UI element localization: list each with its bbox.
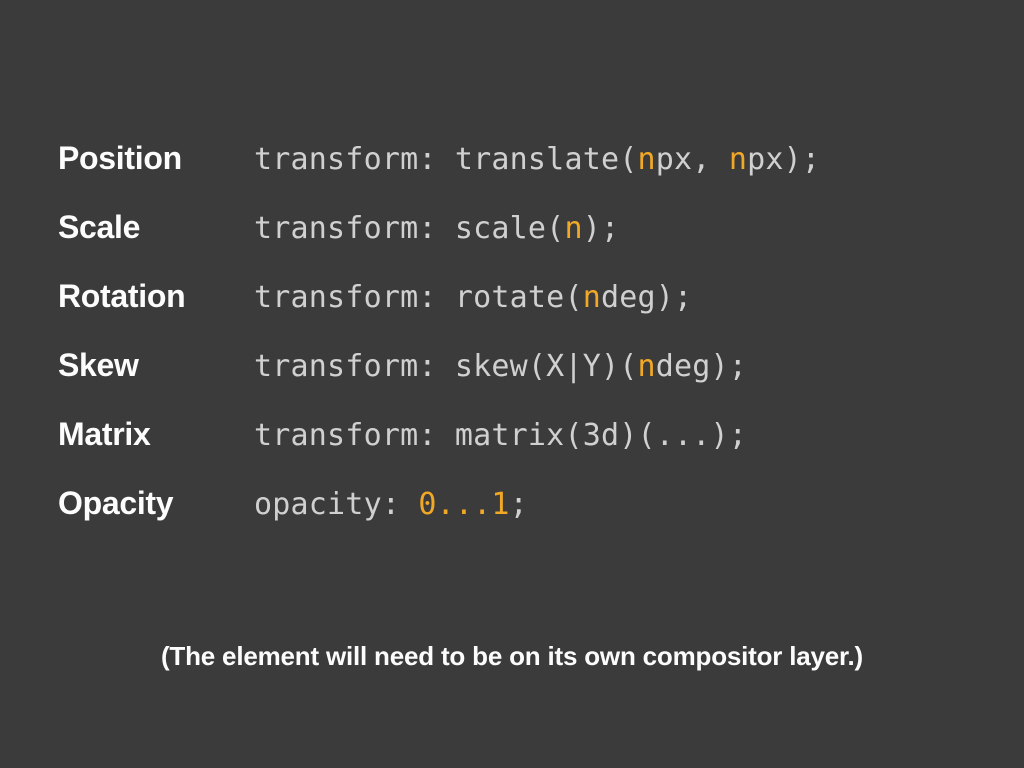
code-text: transform: translate( <box>254 142 638 177</box>
row-code: transform: translate(npx, npx); <box>254 142 820 177</box>
slide: Position transform: translate(npx, npx);… <box>0 0 1024 768</box>
code-text: px, <box>656 142 729 177</box>
code-text: ); <box>583 211 620 246</box>
row-matrix: Matrix transform: matrix(3d)(...); <box>58 416 974 453</box>
footnote: (The element will need to be on its own … <box>0 641 1024 672</box>
row-code: transform: scale(n); <box>254 211 619 246</box>
row-label: Rotation <box>58 278 254 315</box>
code-text: transform: scale( <box>254 211 564 246</box>
code-text: transform: rotate( <box>254 280 583 315</box>
code-variable: n <box>729 142 747 177</box>
code-text: deg); <box>601 280 692 315</box>
code-variable: n <box>564 211 582 246</box>
code-text: px); <box>747 142 820 177</box>
row-code: opacity: 0...1; <box>254 487 528 522</box>
code-text: transform: skew(X|Y)( <box>254 349 638 384</box>
code-variable: n <box>638 142 656 177</box>
code-variable: 0...1 <box>418 487 509 522</box>
code-variable: n <box>638 349 656 384</box>
row-opacity: Opacity opacity: 0...1; <box>58 485 974 522</box>
row-code: transform: rotate(ndeg); <box>254 280 692 315</box>
row-label: Skew <box>58 347 254 384</box>
row-label: Position <box>58 140 254 177</box>
row-skew: Skew transform: skew(X|Y)(ndeg); <box>58 347 974 384</box>
row-rotation: Rotation transform: rotate(ndeg); <box>58 278 974 315</box>
row-position: Position transform: translate(npx, npx); <box>58 140 974 177</box>
code-text: opacity: <box>254 487 418 522</box>
row-code: transform: skew(X|Y)(ndeg); <box>254 349 747 384</box>
property-list: Position transform: translate(npx, npx);… <box>58 140 974 522</box>
row-label: Matrix <box>58 416 254 453</box>
code-text: deg); <box>656 349 747 384</box>
code-variable: n <box>583 280 601 315</box>
row-label: Opacity <box>58 485 254 522</box>
row-label: Scale <box>58 209 254 246</box>
code-text: transform: matrix(3d)(...); <box>254 418 747 453</box>
row-scale: Scale transform: scale(n); <box>58 209 974 246</box>
code-text: ; <box>510 487 528 522</box>
row-code: transform: matrix(3d)(...); <box>254 418 747 453</box>
